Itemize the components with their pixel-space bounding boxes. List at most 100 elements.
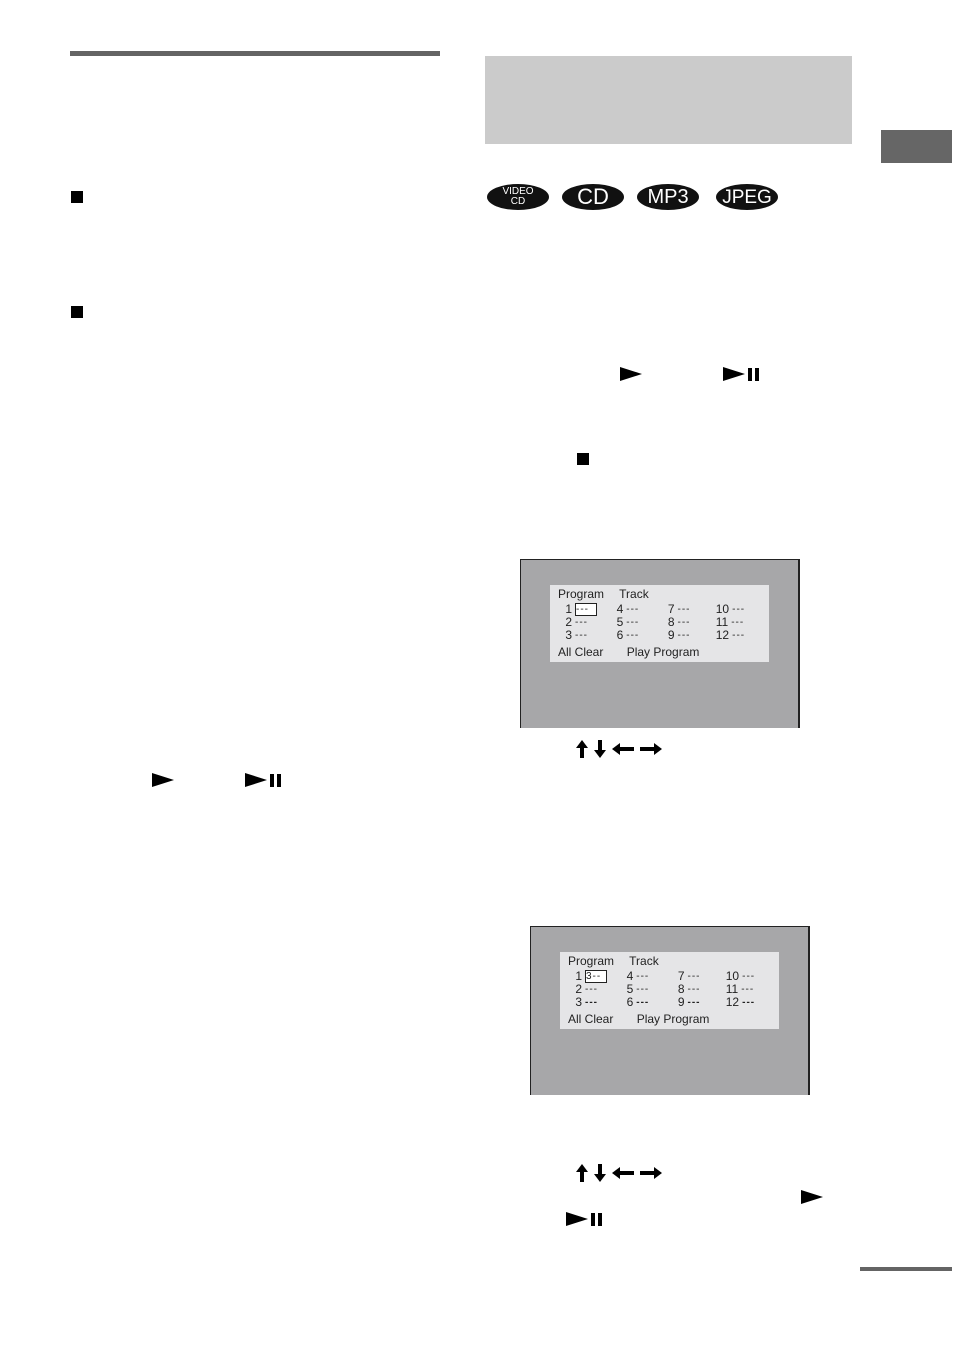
program-slot[interactable]: 6 --- [613,629,664,642]
play-pause-icon [245,773,281,787]
play-triangle [245,773,267,787]
track-slot[interactable]: --- [741,984,761,995]
panel-header: Program Track [568,954,671,968]
play-triangle [566,1212,588,1226]
program-screen-2: Program Track 1 3-- 4 --- 7 --- 10 --- 2 --- 5 --- 8… [530,926,810,1095]
continued-rule [860,1267,952,1271]
program-slot[interactable]: 6 --- [623,996,674,1009]
right-arrow-icon [640,743,662,755]
down-arrow-icon [594,1164,606,1182]
program-slot[interactable]: 3 --- [572,996,623,1009]
program-slot[interactable]: 9 --- [665,629,716,642]
cd-badge: CD [562,184,624,210]
track-slot[interactable]: --- [678,604,698,615]
pause-bar [598,1212,602,1226]
track-slot[interactable]: --- [626,604,646,615]
program-slot[interactable]: 12 --- [716,629,767,642]
track-slot[interactable]: --- [688,984,708,995]
play-pause-icon [566,1212,602,1226]
track-slot[interactable]: --- [575,630,595,641]
program-row: 2 --- 5 --- 8 --- 11 --- [572,983,777,996]
panel-footer: All Clear Play Program [558,645,699,659]
program-number: 9 [667,628,675,642]
arrow-keys-icons [576,1164,662,1182]
program-number: 6 [616,628,624,642]
track-slot[interactable]: --- [732,604,752,615]
track-slot[interactable]: --- [731,617,751,628]
program-number: 12 [715,628,730,642]
panel-header: Program Track [558,587,661,601]
track-slot-selected[interactable]: --- [575,603,597,616]
pause-bar [591,1212,595,1226]
play-pause-icon [723,367,759,381]
play-program-button[interactable]: Play Program [637,1012,710,1026]
chapter-side-tab [881,130,952,163]
pause-bar [277,773,281,787]
track-label: Track [629,954,659,968]
play-icon [152,773,174,787]
section-heading-box [485,56,852,144]
panel-footer: All Clear Play Program [568,1012,709,1026]
all-clear-button[interactable]: All Clear [558,645,603,659]
program-grid: 1 3-- 4 --- 7 --- 10 --- 2 --- 5 --- 8 --- 11 --- 3 --- 6-… [572,970,777,1009]
program-number: 6 [626,995,634,1009]
program-label: Program [568,954,615,968]
program-slot[interactable]: 12 --- [726,996,777,1009]
video-cd-badge: VIDEO CD [487,184,549,210]
program-panel: Program Track 1 3-- 4 --- 7 --- 10 --- 2 --- 5 --- 8… [560,952,779,1029]
track-slot[interactable]: --- [688,971,708,982]
program-label: Program [558,587,605,601]
program-panel: Program Track 1 --- 4 --- 7 --- 10 --- 2 --- 5 --- 8… [550,585,769,662]
program-screen-1: Program Track 1 --- 4 --- 7 --- 10 --- 2 --- 5 --- 8… [520,559,800,728]
track-slot[interactable]: --- [678,630,698,641]
section-rule-top [70,51,440,56]
track-slot[interactable]: --- [732,630,752,641]
play-program-button[interactable]: Play Program [627,645,700,659]
up-arrow-icon [576,1164,588,1182]
video-cd-badge-line2: CD [510,196,526,207]
track-slot[interactable]: --- [678,617,698,628]
stop-icon [577,453,589,465]
track-slot[interactable]: --- [636,984,656,995]
program-row: 1 3-- 4 --- 7 --- 10 --- [572,970,777,983]
jpeg-badge: JPEG [716,184,778,210]
program-number: 3 [575,995,582,1009]
track-slot[interactable]: --- [585,984,605,995]
mp3-badge: MP3 [637,184,699,210]
arrow-keys-icons [576,740,662,758]
square-bullet-icon [71,306,83,318]
up-arrow-icon [576,740,588,758]
program-number: 3 [565,628,572,642]
track-slot[interactable]: --- [585,997,605,1008]
track-slot[interactable]: --- [742,971,762,982]
play-triangle [723,367,745,381]
program-slot[interactable]: 3 --- [562,629,613,642]
program-number: 12 [725,995,740,1009]
track-slot[interactable]: --- [636,971,656,982]
left-arrow-icon [612,743,634,755]
track-slot[interactable]: --- [636,997,656,1008]
play-icon [801,1190,823,1204]
pause-bar [748,367,752,381]
track-slot[interactable]: --- [626,630,646,641]
track-slot[interactable]: --- [688,997,708,1008]
track-slot-selected[interactable]: 3-- [585,970,607,983]
program-number: 9 [677,995,685,1009]
down-arrow-icon [594,740,606,758]
pause-bar [755,367,759,381]
right-arrow-icon [640,1167,662,1179]
program-row: 2 --- 5 --- 8 --- 11 --- [562,616,767,629]
program-slot[interactable]: 9 --- [675,996,726,1009]
all-clear-button[interactable]: All Clear [568,1012,613,1026]
left-arrow-icon [612,1167,634,1179]
program-grid: 1 --- 4 --- 7 --- 10 --- 2 --- 5 --- 8 --- 11 --- 3 --- 6-… [562,603,767,642]
track-label: Track [619,587,649,601]
track-slot[interactable]: --- [626,617,646,628]
program-row: 3 --- 6 --- 9 --- 12 --- [572,996,777,1009]
track-slot[interactable]: --- [575,617,595,628]
program-row: 1 --- 4 --- 7 --- 10 --- [562,603,767,616]
track-slot[interactable]: --- [742,997,762,1008]
square-bullet-icon [71,191,83,203]
program-row: 3 --- 6 --- 9 --- 12 --- [562,629,767,642]
pause-bar [270,773,274,787]
